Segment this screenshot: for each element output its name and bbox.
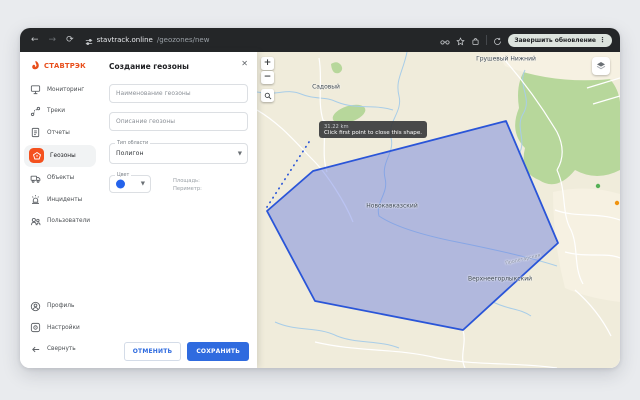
siren-icon: [30, 190, 41, 209]
forward-icon[interactable]: →: [46, 34, 60, 47]
extensions-icon[interactable]: [471, 31, 480, 50]
geozone-name-input[interactable]: [109, 84, 248, 103]
profile-icon: [30, 297, 41, 316]
map-label-novokavkazskiy: Новокавказский: [366, 203, 417, 210]
settings-icon: [30, 318, 41, 337]
logo-text: СТАВТРЭК: [44, 62, 86, 70]
truck-icon: [30, 169, 41, 188]
sidebar-item-monitoring[interactable]: Мониторинг: [20, 79, 100, 101]
sidebar-footer: Профиль Настройки Свернуть: [20, 296, 100, 361]
draw-tooltip-hint: Click first point to close this shape.: [324, 130, 422, 136]
toolbar-divider: [486, 35, 487, 45]
color-swatch: [116, 180, 125, 189]
area-metric-label: Площадь:: [173, 177, 202, 185]
glasses-icon[interactable]: [440, 31, 450, 50]
sidebar-item-label: Геозоны: [50, 153, 76, 159]
poi-green-marker: [596, 184, 600, 188]
browser-menu-icon[interactable]: ⋮: [599, 36, 606, 44]
map-tiles: [257, 52, 620, 368]
draw-tooltip: 31.22 km Click first point to close this…: [319, 121, 427, 138]
geozone-metrics: Площадь: Периметр:: [173, 175, 202, 194]
sidebar-item-tracks[interactable]: Треки: [20, 101, 100, 123]
url-host: stavtrack.online: [97, 36, 153, 44]
sidebar-item-geozones[interactable]: Геозоны: [24, 145, 96, 167]
map-label-sadovyi: Садовый: [312, 84, 340, 91]
close-icon[interactable]: ✕: [241, 60, 248, 68]
url-path: /geozones/new: [157, 36, 210, 44]
sidebar-item-users[interactable]: Пользователи: [20, 211, 100, 233]
area-type-select[interactable]: Тип области Полигон ▼: [109, 143, 248, 164]
back-icon[interactable]: ←: [28, 34, 42, 47]
reports-icon: [30, 123, 41, 142]
sidebar-item-label: Мониторинг: [47, 87, 84, 93]
sidebar-item-incidents[interactable]: Инциденты: [20, 189, 100, 211]
sidebar-item-collapse[interactable]: Свернуть: [20, 339, 100, 361]
color-picker[interactable]: Цвет ▼: [109, 175, 151, 193]
collapse-arrow-icon: [30, 340, 41, 359]
browser-toolbar: ← → ⟳ stavtrack.online/geozones/new: [20, 28, 620, 52]
bookmark-star-icon[interactable]: [456, 31, 465, 50]
sidebar-item-profile[interactable]: Профиль: [20, 296, 100, 318]
site-info-icon[interactable]: [85, 31, 93, 50]
users-icon: [30, 212, 41, 231]
zoom-in-button[interactable]: +: [261, 57, 274, 70]
sidebar-item-label: Инциденты: [47, 197, 82, 203]
layers-button[interactable]: [592, 57, 610, 75]
perimeter-metric-label: Периметр:: [173, 185, 202, 193]
finish-update-button[interactable]: Завершить обновление ⋮: [508, 34, 612, 47]
chevron-down-icon: ▼: [141, 181, 145, 187]
sidebar-item-label: Настройки: [47, 325, 80, 331]
map-canvas[interactable]: Грушевый Нижний Садовый Новокавказский В…: [257, 52, 620, 368]
color-label: Цвет: [115, 173, 131, 180]
sidebar-item-reports[interactable]: Отчеты: [20, 122, 100, 144]
sidebar-item-label: Отчеты: [47, 130, 70, 136]
save-button[interactable]: СОХРАНИТЬ: [187, 342, 249, 361]
sidebar-item-label: Объекты: [47, 175, 74, 181]
map-label-grushevyi: Грушевый Нижний: [476, 56, 536, 63]
sync-icon[interactable]: [493, 31, 502, 50]
geozone-polygon[interactable]: [267, 121, 558, 330]
sidebar-item-label: Треки: [47, 108, 65, 114]
layers-icon: [595, 60, 607, 72]
monitor-icon: [30, 80, 41, 99]
sidebar-item-objects[interactable]: Объекты: [20, 168, 100, 190]
poi-orange-marker: [615, 201, 619, 205]
browser-window: ← → ⟳ stavtrack.online/geozones/new: [20, 28, 620, 368]
zoom-out-button[interactable]: −: [261, 71, 274, 84]
geozones-icon: [29, 148, 44, 163]
search-icon: [264, 92, 272, 100]
finish-update-label: Завершить обновление: [514, 37, 596, 44]
area-type-label: Тип области: [115, 141, 150, 148]
sidebar-item-label: Профиль: [47, 303, 74, 309]
map-label-verkhneegorlykskiy: Верхнеегорлыкский: [468, 276, 532, 283]
sidebar-item-settings[interactable]: Настройки: [20, 317, 100, 339]
cancel-button[interactable]: ОТМЕНИТЬ: [124, 342, 182, 361]
sidebar-item-label: Свернуть: [47, 346, 76, 352]
chevron-down-icon: ▼: [238, 151, 242, 157]
logo-flame-icon: [30, 60, 41, 71]
reload-icon[interactable]: ⟳: [63, 34, 77, 47]
panel-title: Создание геозоны: [109, 62, 248, 71]
map-search-button[interactable]: [261, 89, 274, 102]
address-bar[interactable]: stavtrack.online/geozones/new: [85, 31, 437, 50]
sidebar-item-label: Пользователи: [47, 218, 90, 224]
sidebar: СТАВТРЭК Мониторинг Треки Отчеты Геозоны…: [20, 52, 100, 368]
tracks-icon: [30, 102, 41, 121]
app-logo[interactable]: СТАВТРЭК: [20, 58, 100, 79]
create-geozone-panel: Создание геозоны ✕ Тип области Полигон ▼…: [100, 52, 257, 368]
geozone-description-input[interactable]: [109, 112, 248, 131]
